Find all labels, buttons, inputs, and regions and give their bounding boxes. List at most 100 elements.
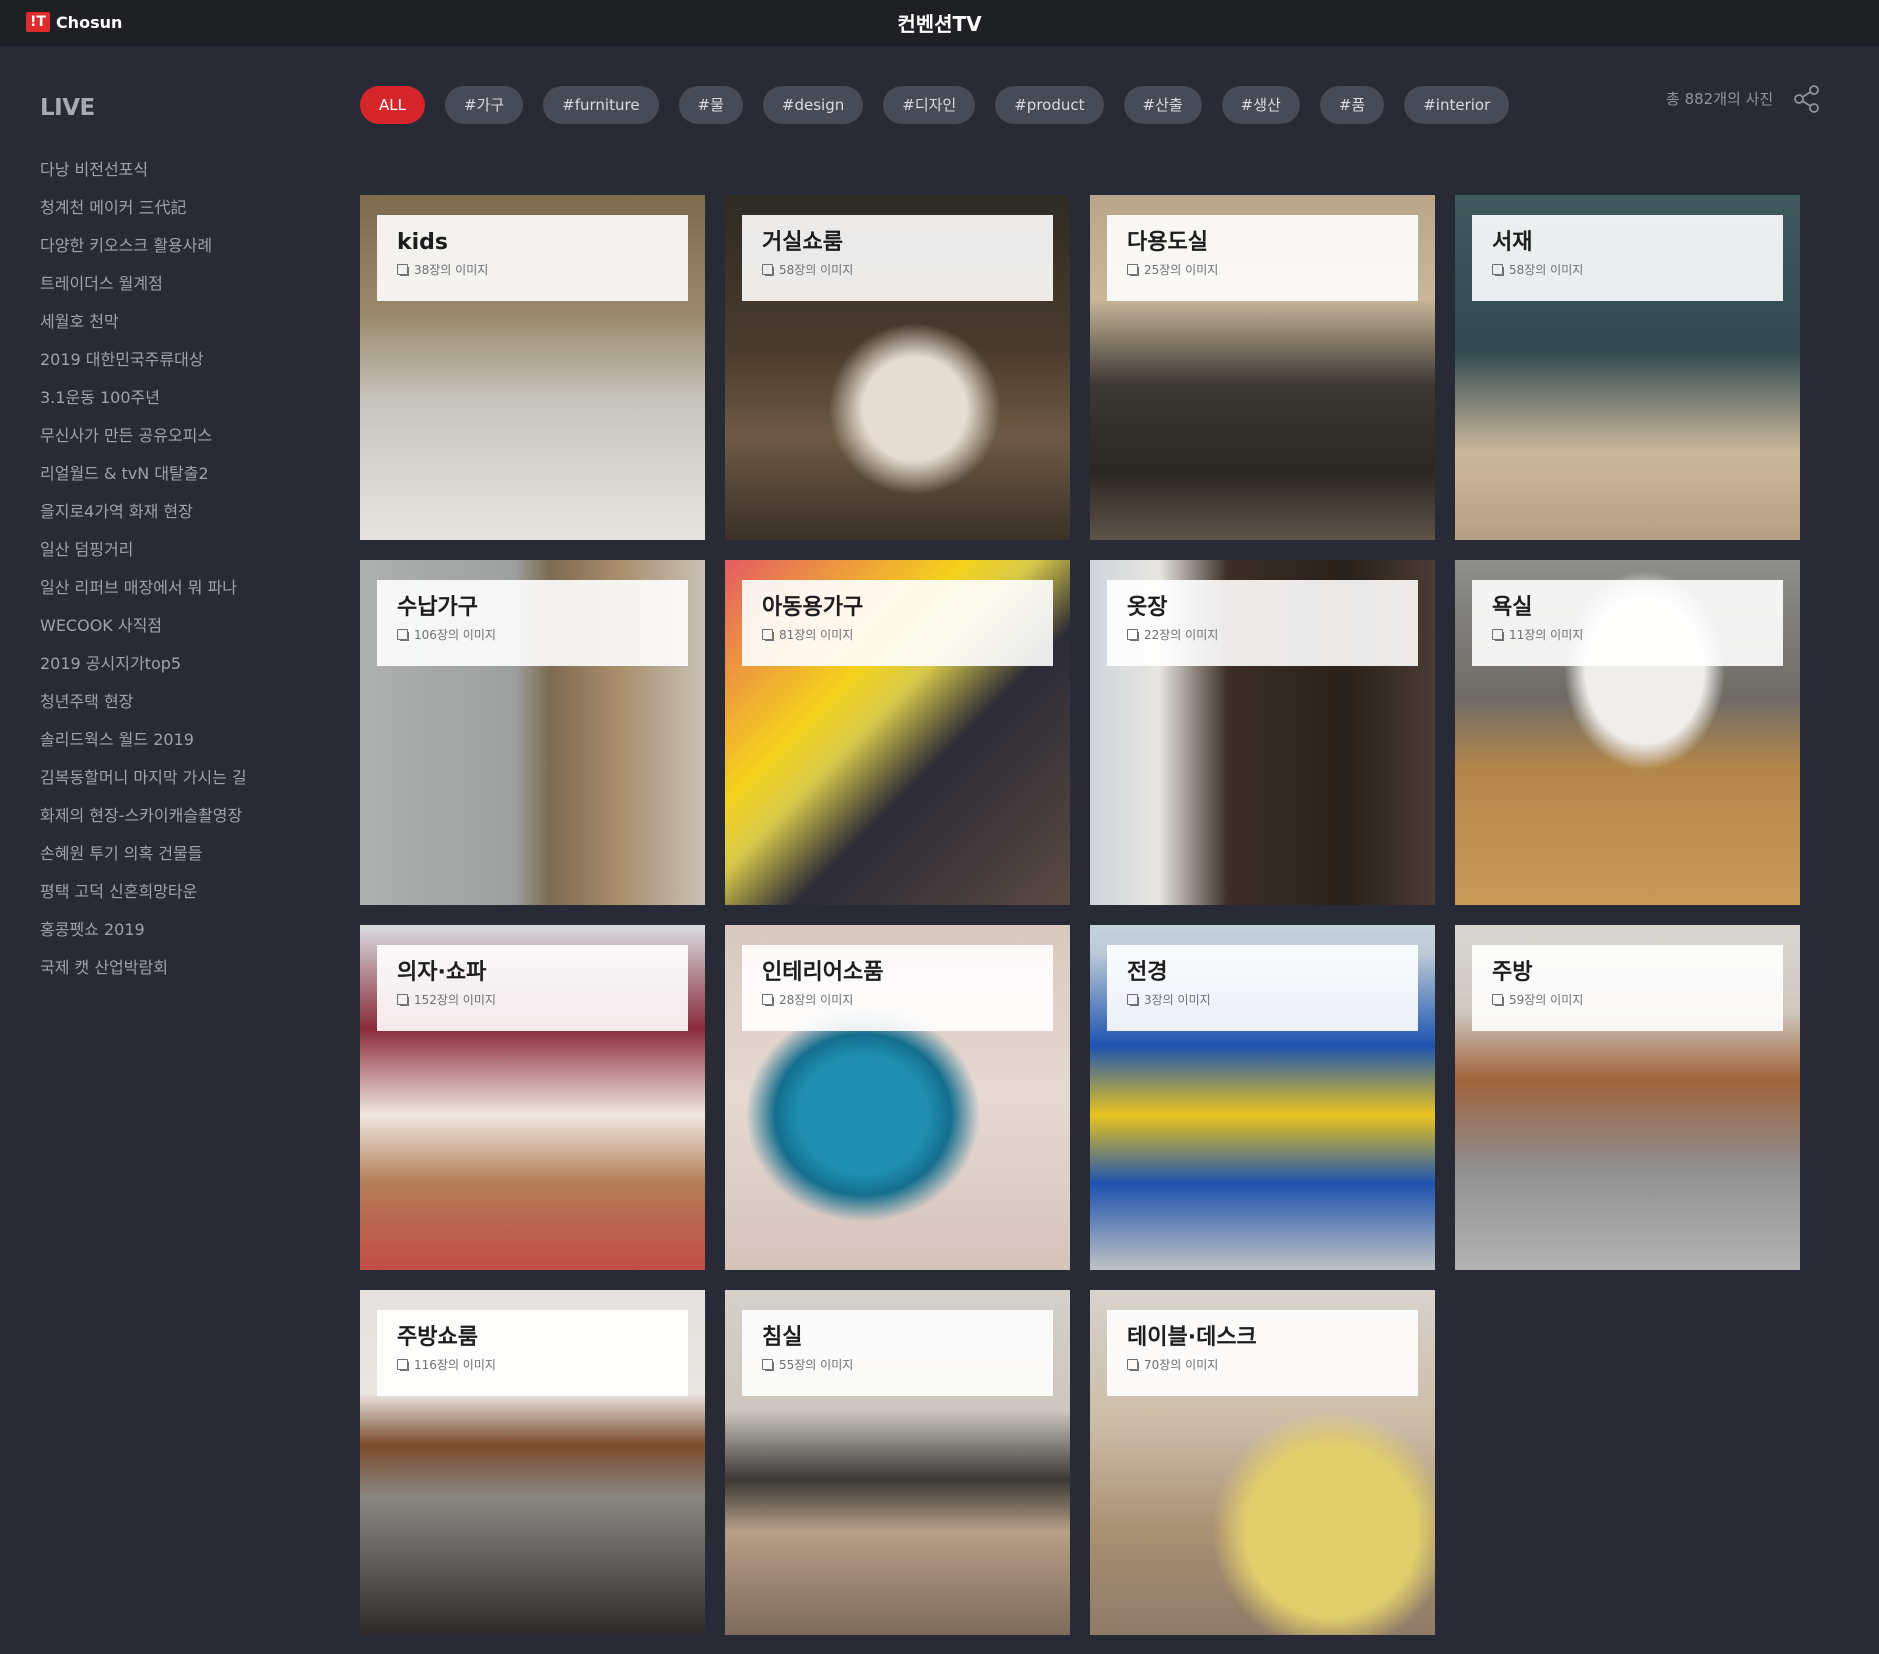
gallery-icon	[1492, 629, 1504, 641]
album-count-text: 106장의 이미지	[414, 628, 496, 642]
album-count-text: 116장의 이미지	[414, 1358, 496, 1372]
sidebar-item[interactable]: 일산 덤핑거리	[40, 531, 300, 569]
album-count: 152장의 이미지	[397, 991, 668, 1008]
album-title: 인테리어소품	[762, 960, 884, 985]
sidebar-item[interactable]: 2019 공시지가top5	[40, 645, 300, 683]
live-heading: LIVE	[40, 95, 95, 121]
tag-button[interactable]: #생산	[1221, 86, 1300, 124]
album-card[interactable]: 서재 58장의 이미지	[1455, 195, 1800, 540]
album-title: 주방	[1492, 960, 1533, 985]
album-label: 인테리어소품 28장의 이미지	[742, 945, 1053, 1031]
sidebar-item[interactable]: 을지로4가역 화재 현장	[40, 493, 300, 531]
sidebar-item[interactable]: 3.1운동 100주년	[40, 379, 300, 417]
album-card[interactable]: kids 38장의 이미지	[360, 195, 705, 540]
sidebar-item[interactable]: 다낭 비전선포식	[40, 151, 300, 189]
album-count-text: 55장의 이미지	[779, 1358, 854, 1372]
album-grid: kids 38장의 이미지 거실쇼룸 58장의 이미지 다용도실 25장의 이미지 서재 58…	[360, 195, 1800, 1635]
album-count: 28장의 이미지	[762, 991, 1033, 1008]
sidebar-item[interactable]: WECOOK 사직점	[40, 607, 300, 645]
album-card[interactable]: 인테리어소품 28장의 이미지	[725, 925, 1070, 1270]
sidebar-item[interactable]: 평택 고덕 신혼희망타운	[40, 873, 300, 911]
album-count-text: 3장의 이미지	[1144, 993, 1211, 1007]
album-card[interactable]: 다용도실 25장의 이미지	[1090, 195, 1435, 540]
gallery-icon	[1127, 264, 1139, 276]
album-title: 다용도실	[1127, 230, 1208, 255]
album-count-text: 58장의 이미지	[1509, 263, 1584, 277]
album-card[interactable]: 수납가구 106장의 이미지	[360, 560, 705, 905]
album-count: 116장의 이미지	[397, 1356, 668, 1373]
album-label: 욕실 11장의 이미지	[1472, 580, 1783, 666]
album-title: 침실	[762, 1325, 803, 1350]
gallery-icon	[397, 1359, 409, 1371]
album-card[interactable]: 거실쇼룸 58장의 이미지	[725, 195, 1070, 540]
album-card[interactable]: 전경 3장의 이미지	[1090, 925, 1435, 1270]
sidebar-item[interactable]: 세월호 천막	[40, 303, 300, 341]
album-title: 테이블·데스크	[1127, 1325, 1257, 1350]
sidebar-item[interactable]: 일산 리퍼브 매장에서 뭐 파나	[40, 569, 300, 607]
sidebar-item[interactable]: 솔리드웍스 월드 2019	[40, 721, 300, 759]
album-title: 수납가구	[397, 595, 478, 620]
album-count-text: 25장의 이미지	[1144, 263, 1219, 277]
sidebar-item[interactable]: 청계천 메이커 三代記	[40, 189, 300, 227]
album-label: 다용도실 25장의 이미지	[1107, 215, 1418, 301]
tag-button[interactable]: #design	[762, 86, 864, 124]
sidebar-item[interactable]: 무신사가 만든 공유오피스	[40, 417, 300, 455]
site-title[interactable]: 컨벤션TV	[0, 8, 1879, 37]
album-count-text: 70장의 이미지	[1144, 1358, 1219, 1372]
sidebar-item[interactable]: 트레이더스 월계점	[40, 265, 300, 303]
album-card[interactable]: 의자·쇼파 152장의 이미지	[360, 925, 705, 1270]
gallery-icon	[397, 264, 409, 276]
album-count: 22장의 이미지	[1127, 626, 1398, 643]
gallery-icon	[1127, 994, 1139, 1006]
album-count-text: 59장의 이미지	[1509, 993, 1584, 1007]
album-label: 아동용가구 81장의 이미지	[742, 580, 1053, 666]
sidebar-item[interactable]: 2019 대한민국주류대상	[40, 341, 300, 379]
album-label: 테이블·데스크 70장의 이미지	[1107, 1310, 1418, 1396]
sidebar-item[interactable]: 홍콩펫쇼 2019	[40, 911, 300, 949]
sidebar-list: 다낭 비전선포식 청계천 메이커 三代記 다양한 키오스크 활용사례 트레이더스 월계…	[40, 151, 300, 987]
sidebar-item[interactable]: 국제 캣 산업박람회	[40, 949, 300, 987]
album-card[interactable]: 주방쇼룸 116장의 이미지	[360, 1290, 705, 1635]
sidebar-item[interactable]: 김복동할머니 마지막 가시는 길	[40, 759, 300, 797]
album-count: 106장의 이미지	[397, 626, 668, 643]
tag-button[interactable]: #품	[1319, 86, 1385, 124]
tag-all-button[interactable]: ALL	[360, 86, 425, 124]
album-title: 욕실	[1492, 595, 1533, 620]
tag-button[interactable]: #물	[678, 86, 743, 124]
sidebar-item[interactable]: 청년주택 현장	[40, 683, 300, 721]
tag-button[interactable]: #furniture	[543, 86, 659, 124]
album-count: 70장의 이미지	[1127, 1356, 1398, 1373]
tag-button[interactable]: #산출	[1123, 86, 1202, 124]
album-title: 아동용가구	[762, 595, 864, 620]
gallery-icon	[397, 994, 409, 1006]
album-label: 의자·쇼파 152장의 이미지	[377, 945, 688, 1031]
album-title: kids	[397, 230, 449, 255]
album-card[interactable]: 침실 55장의 이미지	[725, 1290, 1070, 1635]
tag-filter-bar: ALL #가구 #furniture #물 #design #디자인 #product #산출…	[360, 86, 1510, 124]
tag-button[interactable]: #가구	[444, 86, 524, 124]
album-title: 서재	[1492, 230, 1533, 255]
album-label: 전경 3장의 이미지	[1107, 945, 1418, 1031]
album-title: 전경	[1127, 960, 1168, 985]
tag-button[interactable]: #interior	[1404, 86, 1510, 124]
tag-button[interactable]: #디자인	[883, 86, 976, 124]
gallery-icon	[1127, 629, 1139, 641]
share-icon[interactable]	[1793, 84, 1821, 114]
sidebar-item[interactable]: 손혜원 투기 의혹 건물들	[40, 835, 300, 873]
album-count: 11장의 이미지	[1492, 626, 1763, 643]
album-count-text: 152장의 이미지	[414, 993, 496, 1007]
sidebar-item[interactable]: 리얼월드 & tvN 대탈출2	[40, 455, 300, 493]
tag-button[interactable]: #product	[995, 86, 1104, 124]
sidebar-item[interactable]: 화제의 현장-스카이캐슬촬영장	[40, 797, 300, 835]
album-card[interactable]: 주방 59장의 이미지	[1455, 925, 1800, 1270]
album-card[interactable]: 욕실 11장의 이미지	[1455, 560, 1800, 905]
sidebar-item[interactable]: 다양한 키오스크 활용사례	[40, 227, 300, 265]
album-card[interactable]: 아동용가구 81장의 이미지	[725, 560, 1070, 905]
album-count-text: 81장의 이미지	[779, 628, 854, 642]
album-card[interactable]: 옷장 22장의 이미지	[1090, 560, 1435, 905]
gallery-icon	[762, 264, 774, 276]
album-label: 수납가구 106장의 이미지	[377, 580, 688, 666]
album-count: 59장의 이미지	[1492, 991, 1763, 1008]
album-card[interactable]: 테이블·데스크 70장의 이미지	[1090, 1290, 1435, 1635]
album-label: 주방 59장의 이미지	[1472, 945, 1783, 1031]
